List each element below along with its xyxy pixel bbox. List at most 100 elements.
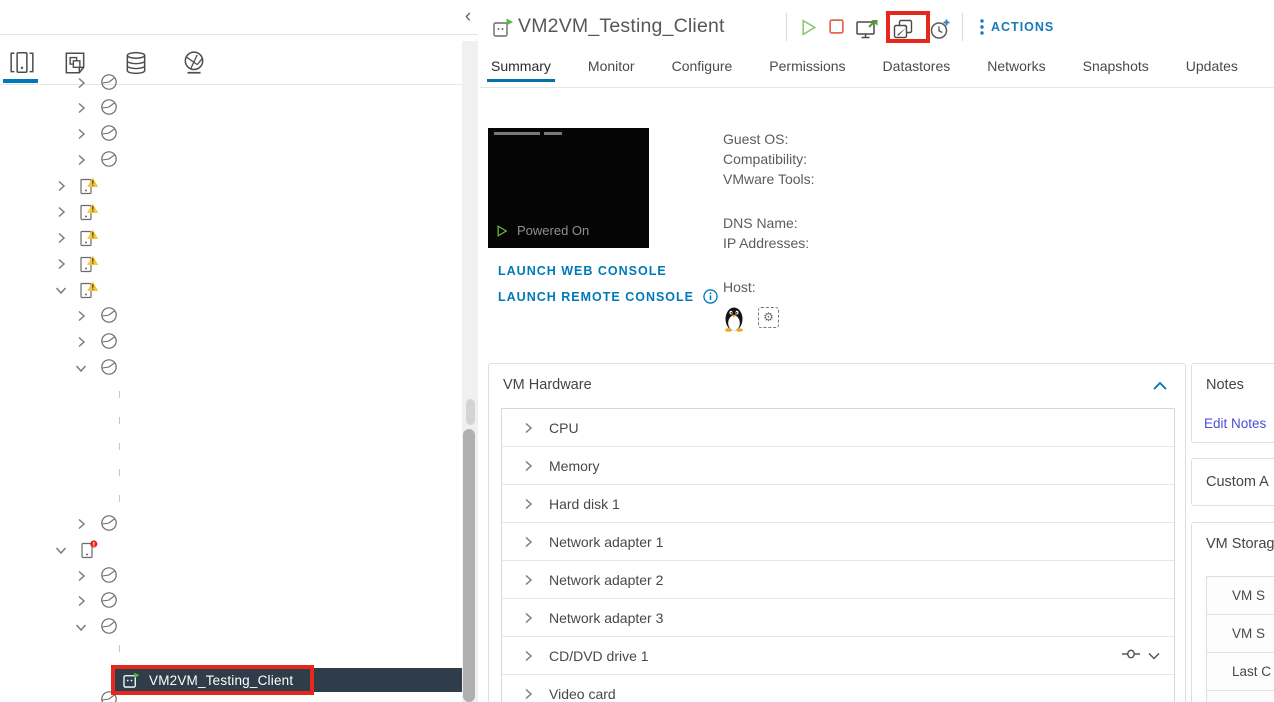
- launch-remote-console-link[interactable]: LAUNCH REMOTE CONSOLE: [498, 289, 718, 304]
- schedule-task-icon[interactable]: [929, 18, 953, 42]
- tree-item-selected-vm[interactable]: VM2VM_Testing_Client: [115, 668, 462, 692]
- chevron-right-icon[interactable]: [519, 419, 537, 437]
- take-snapshot-icon[interactable]: [892, 18, 916, 42]
- compatibility-label: Compatibility:: [723, 151, 807, 167]
- tree-item-host-warning[interactable]: [0, 200, 460, 224]
- tree-guide-line: [119, 391, 120, 505]
- launch-remote-console-icon[interactable]: [856, 18, 880, 42]
- resource-pool-icon: [100, 98, 118, 118]
- chevron-right-icon[interactable]: [72, 307, 90, 325]
- hardware-row-label: CD/DVD drive 1: [549, 648, 649, 664]
- notes-card: Notes Edit Notes: [1191, 363, 1274, 443]
- chevron-down-icon[interactable]: [72, 618, 90, 636]
- chevron-up-icon[interactable]: [1153, 378, 1167, 396]
- chevron-right-icon[interactable]: [519, 609, 537, 627]
- tree-item-resource-pool[interactable]: [0, 122, 460, 146]
- hardware-row-label: Network adapter 1: [549, 534, 663, 550]
- connected-icon[interactable]: [1116, 647, 1142, 665]
- vm-console-thumbnail[interactable]: Powered On: [488, 128, 649, 248]
- chevron-down-icon[interactable]: [1142, 647, 1160, 665]
- notes-title: Notes: [1206, 377, 1244, 393]
- chevron-right-icon[interactable]: [52, 203, 70, 221]
- tree-item-host-alert[interactable]: [0, 538, 460, 562]
- actions-button[interactable]: ACTIONS: [980, 19, 1054, 35]
- vm-storage-title: VM Storag: [1206, 536, 1274, 552]
- custom-attributes-title: Custom A: [1206, 474, 1269, 490]
- tree-guide-line: [119, 645, 120, 667]
- chevron-down-icon[interactable]: [72, 359, 90, 377]
- hardware-row-label: CPU: [549, 420, 579, 436]
- tab-snapshots[interactable]: Snapshots: [1082, 54, 1150, 86]
- hardware-row-label: Memory: [549, 458, 600, 474]
- tab-permissions[interactable]: Permissions: [768, 54, 846, 86]
- info-icon[interactable]: [703, 289, 718, 304]
- hardware-row-video-card[interactable]: Video card: [502, 675, 1174, 702]
- tab-datastores[interactable]: Datastores: [882, 54, 952, 86]
- tab-summary[interactable]: Summary: [490, 54, 552, 86]
- tree-item-resource-pool[interactable]: [0, 148, 460, 172]
- tree-item-host-warning[interactable]: [0, 174, 460, 198]
- tab-networks[interactable]: Networks: [986, 54, 1046, 86]
- chevron-right-icon[interactable]: [72, 592, 90, 610]
- tree-item-resource-pool[interactable]: [0, 589, 460, 613]
- tab-configure[interactable]: Configure: [671, 54, 734, 86]
- tab-monitor[interactable]: Monitor: [587, 54, 636, 86]
- launch-web-console-link[interactable]: LAUNCH WEB CONSOLE: [498, 264, 667, 278]
- chevron-right-icon[interactable]: [72, 333, 90, 351]
- hardware-row-cd-dvd-drive-1[interactable]: CD/DVD drive 1: [502, 637, 1174, 675]
- vm-storage-policies-card: VM Storag VM SVM SLast CVM P: [1191, 522, 1274, 702]
- hardware-row-hard-disk-1[interactable]: Hard disk 1: [502, 485, 1174, 523]
- vm-hardware-list: CPU Memory Hard disk 1 Network adapter 1 Net…: [501, 408, 1175, 702]
- tree-item-host-warning[interactable]: [0, 278, 460, 302]
- tree-item-host-warning[interactable]: [0, 252, 460, 276]
- divider: [480, 87, 1274, 88]
- tree-item-resource-pool[interactable]: [0, 96, 460, 120]
- main-panel: VM2VM_Testing_Client ACTIONS SummaryMoni…: [480, 0, 1274, 702]
- tree-item-host-warning[interactable]: [0, 226, 460, 250]
- chevron-right-icon[interactable]: [72, 151, 90, 169]
- chevron-down-icon[interactable]: [52, 281, 70, 299]
- sidebar-collapse-icon[interactable]: ‹: [458, 6, 478, 28]
- chevron-right-icon[interactable]: [519, 533, 537, 551]
- chevron-right-icon[interactable]: [72, 125, 90, 143]
- chevron-right-icon[interactable]: [72, 515, 90, 533]
- tree-item-resource-pool[interactable]: [0, 356, 460, 380]
- actions-label: ACTIONS: [991, 20, 1054, 34]
- hardware-row-network-adapter-3[interactable]: Network adapter 3: [502, 599, 1174, 637]
- edit-notes-link[interactable]: Edit Notes: [1204, 416, 1266, 431]
- hardware-row-label: Network adapter 2: [549, 572, 663, 588]
- storage-table-row: VM S: [1207, 615, 1274, 653]
- chevron-right-icon[interactable]: [72, 74, 90, 92]
- hardware-row-network-adapter-2[interactable]: Network adapter 2: [502, 561, 1174, 599]
- divider: [786, 13, 787, 41]
- chevron-right-icon[interactable]: [52, 229, 70, 247]
- sidebar-scrollbar-thumb-small[interactable]: [466, 399, 475, 425]
- sidebar-scrollbar-thumb[interactable]: [463, 429, 475, 702]
- chevron-right-icon[interactable]: [519, 571, 537, 589]
- tree-item-resource-pool[interactable]: [0, 512, 460, 536]
- hardware-row-cpu[interactable]: CPU: [502, 409, 1174, 447]
- chevron-right-icon[interactable]: [72, 99, 90, 117]
- tree-item-resource-pool[interactable]: [0, 304, 460, 328]
- tree-item-resource-pool[interactable]: [0, 71, 460, 95]
- chevron-right-icon[interactable]: [519, 647, 537, 665]
- tree-item-resource-pool[interactable]: [0, 330, 460, 354]
- hardware-row-memory[interactable]: Memory: [502, 447, 1174, 485]
- tab-updates[interactable]: Updates: [1185, 54, 1239, 86]
- tree-item-resource-pool[interactable]: [0, 615, 460, 639]
- host-label: Host:: [723, 279, 756, 295]
- chevron-down-icon[interactable]: [52, 541, 70, 559]
- shut-down-icon[interactable]: [828, 18, 852, 42]
- power-on-icon[interactable]: [799, 18, 823, 42]
- hardware-row-network-adapter-1[interactable]: Network adapter 1: [502, 523, 1174, 561]
- link-label: LAUNCH WEB CONSOLE: [498, 264, 667, 278]
- chevron-right-icon[interactable]: [72, 567, 90, 585]
- host-warning-icon: [80, 176, 98, 196]
- chevron-right-icon[interactable]: [52, 177, 70, 195]
- chevron-right-icon[interactable]: [519, 495, 537, 513]
- chevron-right-icon[interactable]: [519, 685, 537, 702]
- dns-name-label: DNS Name:: [723, 215, 798, 231]
- tree-item-resource-pool[interactable]: [0, 564, 460, 588]
- chevron-right-icon[interactable]: [519, 457, 537, 475]
- chevron-right-icon[interactable]: [52, 255, 70, 273]
